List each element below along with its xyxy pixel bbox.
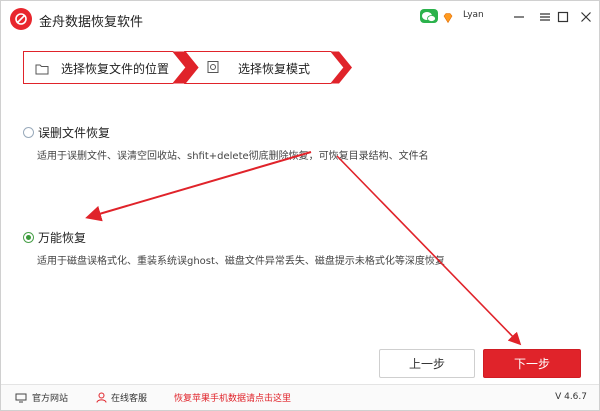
version-label: V 4.6.7 — [555, 392, 587, 402]
radio-deleted-file-recovery[interactable] — [23, 127, 34, 138]
title-bar: 金舟数据恢复软件 Lyan — [1, 1, 599, 37]
monitor-icon — [15, 393, 27, 402]
option-title: 万能恢复 — [38, 231, 87, 245]
option-universal-recovery[interactable]: 万能恢复 — [23, 229, 86, 246]
close-icon — [581, 12, 591, 22]
option-desc: 适用于磁盘误格式化、重装系统误ghost、磁盘文件异常丢失、磁盘提示未格式化等深… — [37, 256, 445, 267]
website-link[interactable]: 官方网站 — [15, 391, 68, 404]
menu-button[interactable] — [535, 7, 555, 27]
wechat-icon[interactable] — [420, 9, 438, 23]
option-desc: 适用于误删文件、误清空回收站、shfit+delete彻底删除恢复，可恢复目录结… — [37, 151, 429, 162]
iphone-recovery-link[interactable]: 恢复苹果手机数据请点击这里 — [174, 391, 291, 404]
next-step-button[interactable]: 下一步 — [483, 349, 581, 378]
close-button[interactable] — [576, 7, 596, 27]
minimize-button[interactable] — [509, 7, 529, 27]
minimize-icon — [514, 16, 524, 18]
maximize-icon — [557, 11, 569, 23]
folder-icon — [35, 60, 49, 79]
prev-step-button[interactable]: 上一步 — [379, 349, 475, 378]
restore-icon — [206, 59, 220, 78]
menu-icon — [540, 13, 550, 21]
footer: 官方网站 在线客服 恢复苹果手机数据请点击这里 V 4.6.7 — [1, 384, 599, 410]
online-service-link[interactable]: 在线客服 — [96, 391, 147, 404]
app-title: 金舟数据恢复软件 — [39, 15, 144, 30]
username[interactable]: Lyan — [463, 10, 484, 20]
step-2-label: 选择恢复模式 — [238, 62, 311, 76]
radio-universal-recovery[interactable] — [23, 232, 34, 243]
vip-diamond-icon[interactable] — [442, 9, 454, 24]
option-title: 误删文件恢复 — [38, 126, 111, 140]
person-icon — [96, 392, 107, 403]
app-logo-icon — [10, 8, 32, 30]
step-1-label: 选择恢复文件的位置 — [61, 62, 170, 76]
maximize-button[interactable] — [553, 7, 573, 27]
option-deleted-file-recovery[interactable]: 误删文件恢复 — [23, 124, 110, 141]
